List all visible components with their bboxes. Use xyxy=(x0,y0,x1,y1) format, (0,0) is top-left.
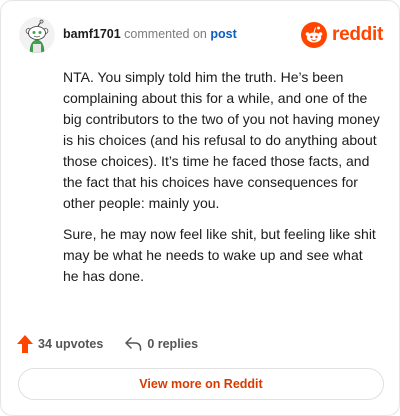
comment-meta: bamf1701 commented on post xyxy=(63,27,237,41)
snoo-avatar-icon xyxy=(19,17,55,53)
upvote-arrow-icon xyxy=(17,335,33,353)
post-link[interactable]: post xyxy=(210,27,236,41)
reddit-brand-link[interactable]: reddit xyxy=(301,21,383,49)
reddit-wordmark: reddit xyxy=(332,24,383,45)
reply-button[interactable]: 0 replies xyxy=(125,337,198,351)
user-avatar[interactable] xyxy=(19,17,55,53)
embedded-comment-card: bamf1701 commented on post reddit NTA. Y… xyxy=(0,0,400,416)
comment-header: bamf1701 commented on post reddit xyxy=(19,17,383,53)
upvote-count: 34 upvotes xyxy=(38,337,104,351)
username-link[interactable]: bamf1701 xyxy=(63,27,121,41)
view-more-button[interactable]: View more on Reddit xyxy=(18,368,384,400)
reply-count: 0 replies xyxy=(147,337,199,351)
comment-actions: 34 upvotes 0 replies xyxy=(17,334,220,354)
reddit-logo-icon xyxy=(301,22,328,48)
comment-paragraph: NTA. You simply told him the truth. He’s… xyxy=(63,69,380,211)
comment-body: NTA. You simply told him the truth. He’s… xyxy=(63,67,381,297)
action-text: commented on xyxy=(124,27,207,41)
reply-icon xyxy=(125,337,142,351)
upvote-button[interactable]: 34 upvotes xyxy=(17,335,103,353)
comment-paragraph: Sure, he may now feel like shit, but fee… xyxy=(63,226,376,284)
